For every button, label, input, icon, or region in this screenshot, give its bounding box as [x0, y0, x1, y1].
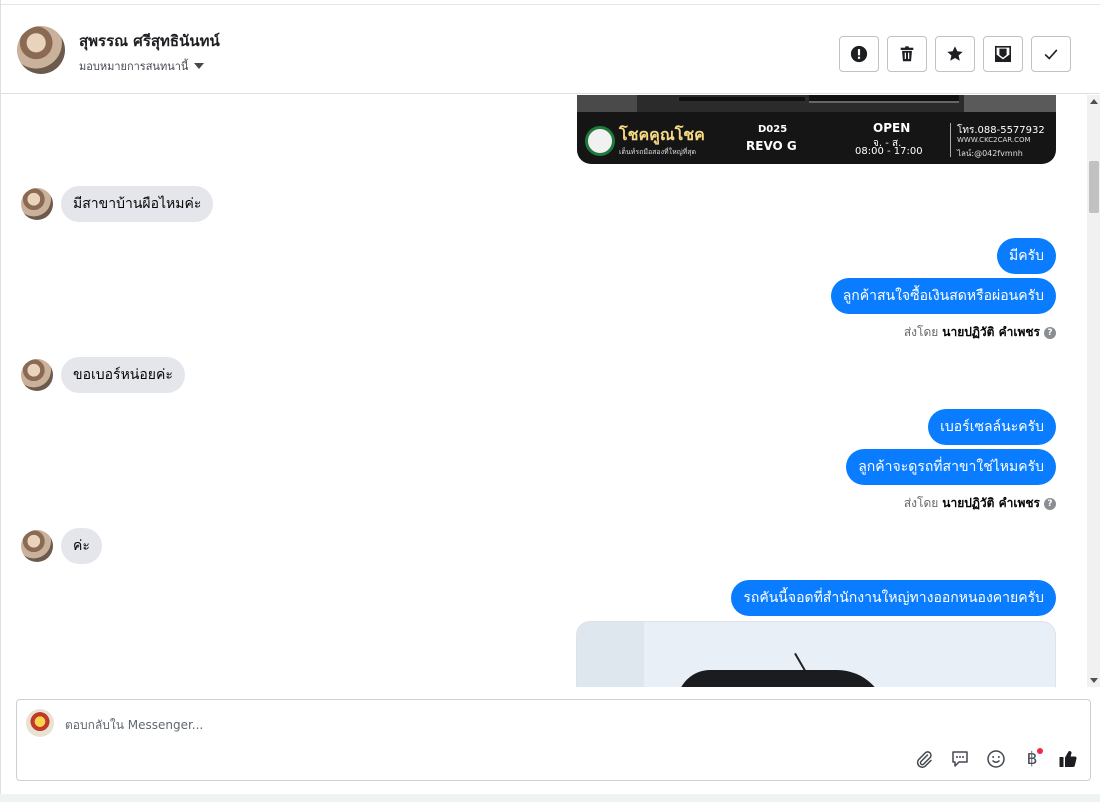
- attach-button[interactable]: [913, 748, 935, 770]
- checkmark-icon: [1044, 49, 1058, 60]
- open-hours: 08:00 - 17:00: [855, 146, 923, 157]
- incoming-message-row: ค่ะ: [21, 528, 102, 564]
- outgoing-message[interactable]: เบอร์เซลล์นะครับ: [928, 409, 1056, 445]
- paperclip-icon: [916, 751, 932, 768]
- banner-price-box: [677, 95, 807, 103]
- incoming-message-row: ขอเบอร์หน่อยค่ะ: [21, 357, 185, 393]
- caret-down-icon: [194, 63, 205, 69]
- message-scrollbar[interactable]: [1087, 95, 1100, 687]
- dealer-website: WWW.CKC2CAR.COM: [957, 136, 1031, 144]
- chat-bubble-icon: [952, 751, 968, 767]
- scroll-down-arrow-icon[interactable]: [1090, 678, 1098, 683]
- mark-unread-button[interactable]: [983, 36, 1023, 72]
- delete-button[interactable]: [887, 36, 927, 72]
- help-icon[interactable]: ?: [1044, 326, 1056, 339]
- sent-by-prefix: ส่งโดย: [903, 325, 939, 339]
- envelope-icon: [994, 45, 1012, 63]
- banner-price-box-2: [809, 95, 959, 103]
- page-avatar: [26, 709, 54, 737]
- incoming-message[interactable]: ขอเบอร์หน่อยค่ะ: [61, 357, 185, 393]
- outgoing-message[interactable]: ลูกค้าสนใจซื้อเงินสดหรือผ่อนครับ: [830, 278, 1056, 314]
- car-photo-attachment[interactable]: [576, 621, 1056, 687]
- incoming-message[interactable]: ค่ะ: [61, 528, 102, 564]
- scroll-thumb[interactable]: [1089, 161, 1099, 213]
- done-button[interactable]: [1031, 36, 1071, 72]
- contact-avatar-small[interactable]: [21, 530, 53, 562]
- outgoing-message[interactable]: ลูกค้าจะดูรถที่สาขาใช่ไหมครับ: [846, 449, 1056, 485]
- assign-conversation-dropdown[interactable]: มอบหมายการสนทนานี้: [79, 57, 205, 75]
- assign-label: มอบหมายการสนทนานี้: [79, 60, 189, 73]
- baht-icon: ฿: [1026, 749, 1038, 769]
- car-code: D025: [758, 124, 788, 135]
- sent-by-prefix: ส่งโดย: [903, 496, 939, 510]
- thumbs-up-icon: [1059, 751, 1077, 768]
- car-model: REVO G: [746, 139, 797, 153]
- banner-car-photo-left: [577, 95, 637, 112]
- banner-car-photo-right: [964, 95, 1056, 112]
- conversation-header: สุพรรณ ศรีสุทธินันทน์ มอบหมายการสนทนานี้: [1, 4, 1100, 94]
- scroll-up-arrow-icon[interactable]: [1090, 99, 1098, 104]
- banner-divider: [950, 123, 951, 157]
- incoming-message-row: มีสาขาบ้านผือไหมค่ะ: [21, 186, 214, 222]
- contact-avatar-small[interactable]: [21, 359, 53, 391]
- banner-top-strip: [577, 95, 1056, 112]
- smiley-icon: [987, 750, 1005, 768]
- outgoing-message[interactable]: มีครับ: [997, 238, 1056, 274]
- star-icon: [947, 46, 963, 61]
- outgoing-message[interactable]: รถคันนี้จอดที่สำนักงานใหญ่ทางออกหนองคายค…: [731, 580, 1056, 616]
- sender-name[interactable]: นายปฏิวัติ คำเพชร: [942, 494, 1040, 513]
- car-body: [677, 670, 887, 687]
- sender-name[interactable]: นายปฏิวัติ คำเพชร: [942, 323, 1040, 342]
- reply-composer: ตอบกลับใน Messenger... ฿: [16, 699, 1091, 781]
- dealer-tagline: เต็นท์รถมือสองที่ใหญ่ที่สุด: [619, 148, 697, 156]
- dealer-brand: โชคคูณโชค: [619, 125, 705, 144]
- notification-dot: [1037, 748, 1043, 754]
- help-icon[interactable]: ?: [1044, 497, 1056, 510]
- reply-input[interactable]: ตอบกลับใน Messenger...: [65, 716, 203, 735]
- dealer-line-id: ไลน์:@042fvmnh: [957, 149, 1023, 158]
- spam-button[interactable]: [839, 36, 879, 72]
- open-label: OPEN: [873, 121, 911, 135]
- incoming-message[interactable]: มีสาขาบ้านผือไหมค่ะ: [61, 186, 214, 222]
- trash-icon: [900, 46, 914, 62]
- sent-by-label: ส่งโดย นายปฏิวัติ คำเพชร ?: [904, 323, 1056, 342]
- car-ad-image[interactable]: โชคคูณโชค เต็นท์รถมือสองที่ใหญ่ที่สุด D0…: [577, 95, 1056, 164]
- like-button[interactable]: [1057, 748, 1079, 770]
- saved-replies-button[interactable]: [949, 748, 971, 770]
- contact-name[interactable]: สุพรรณ ศรีสุทธินันทน์: [79, 29, 220, 53]
- car-antenna: [794, 652, 806, 672]
- message-list[interactable]: โชคคูณโชค เต็นท์รถมือสองที่ใหญ่ที่สุด D0…: [1, 95, 1087, 687]
- star-button[interactable]: [935, 36, 975, 72]
- payment-button[interactable]: ฿: [1021, 748, 1043, 770]
- conversation-panel: สุพรรณ ศรีสุทธินันทน์ มอบหมายการสนทนานี้: [0, 0, 1100, 794]
- contact-avatar[interactable]: [17, 26, 65, 74]
- exclamation-icon: [850, 45, 868, 63]
- contact-avatar-small[interactable]: [21, 188, 53, 220]
- emoji-button[interactable]: [985, 748, 1007, 770]
- dealer-logo: [585, 126, 615, 156]
- sent-by-label: ส่งโดย นายปฏิวัติ คำเพชร ?: [904, 494, 1056, 513]
